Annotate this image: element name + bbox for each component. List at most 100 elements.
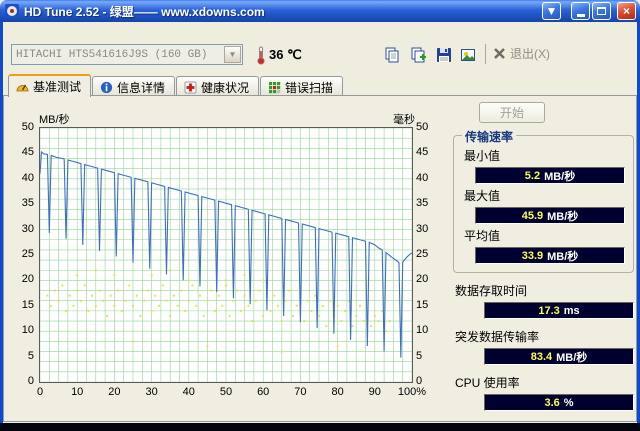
save-image-icon [461, 49, 475, 61]
burst-rate-value-box: 83.4 MB/秒 [484, 348, 634, 365]
min-value: 5.2 [524, 169, 541, 182]
avg-unit: MB/秒 [547, 250, 579, 263]
tab-strip: 基准测试 信息详情 健康状况 错误扫描 [8, 74, 344, 97]
error-scan-icon [269, 81, 281, 93]
title-bar: HD Tune 2.52 - 绿盟—— www.xdowns.com ▼ × [0, 0, 640, 22]
y-axis-tick: 10 [416, 324, 429, 337]
close-button[interactable]: × [617, 2, 636, 20]
cpu-usage-label: CPU 使用率 [455, 376, 520, 390]
bottom-bar [0, 423, 640, 431]
tab-benchmark-label: 基准测试 [33, 80, 82, 94]
y-axis-tick: 45 [416, 146, 429, 159]
x-axis-tick: 70 [294, 386, 307, 398]
avg-value-box: 33.9 MB/秒 [475, 247, 625, 264]
minimize-icon [576, 14, 585, 17]
y-axis-tick: 15 [416, 298, 429, 311]
benchmark-icon [16, 84, 29, 92]
exit-label: 退出(X) [510, 47, 550, 61]
max-label: 最大值 [464, 189, 501, 203]
min-label: 最小值 [464, 149, 501, 163]
copy-image-icon [411, 47, 426, 63]
y-axis-tick: 40 [416, 171, 429, 184]
thermometer-icon [257, 46, 265, 65]
y-axis-tick: 25 [416, 248, 429, 260]
window-title: HD Tune 2.52 - 绿盟—— www.xdowns.com [24, 4, 265, 19]
y-axis-tick: 15 [21, 298, 34, 311]
benchmark-panel: MB/秒 毫秒 50 45 40 35 30 25 20 15 10 5 0 50 45 40 35 30 2… [3, 95, 637, 422]
y-axis-tick: 35 [21, 197, 34, 210]
y-axis-tick: 5 [416, 349, 423, 362]
info-icon [100, 81, 113, 93]
tab-error-scan[interactable]: 错误扫描 [260, 76, 344, 97]
exit-button[interactable]: 退出(X) [493, 45, 550, 62]
x-axis-tick: 80 [331, 386, 344, 398]
y-axis-right: 50 45 40 35 30 25 20 15 10 5 0 [414, 121, 442, 387]
drive-selector-value: HITACHI HTS541616J9S (160 GB) [16, 48, 208, 61]
down-arrow-button[interactable]: ▼ [542, 2, 561, 20]
y-axis-tick: 30 [21, 222, 34, 235]
y-axis-tick: 5 [27, 349, 34, 362]
access-time-block: 数据存取时间 17.3 ms [453, 282, 634, 319]
transfer-rate-group: 传输速率 最小值 5.2 MB/秒 最大值 45.9 MB/秒 平均值 33.9… [453, 128, 634, 273]
access-time-value-box: 17.3 ms [484, 302, 634, 319]
burst-rate-unit: MB/秒 [556, 351, 588, 364]
y-axis-tick: 35 [416, 197, 429, 210]
right-axis-label: 毫秒 [393, 114, 415, 126]
y-axis-tick: 10 [21, 324, 34, 337]
min-unit: MB/秒 [544, 170, 576, 183]
avg-value: 33.9 [521, 249, 544, 262]
tab-health[interactable]: 健康状况 [176, 76, 260, 97]
x-axis-tick: 50 [219, 386, 233, 398]
health-cross-icon [184, 81, 197, 93]
y-axis-tick: 50 [416, 121, 429, 133]
tab-benchmark[interactable]: 基准测试 [8, 74, 92, 97]
y-axis-tick: 45 [21, 146, 34, 159]
save-button[interactable] [431, 42, 457, 68]
toolbar: HITACHI HTS541616J9S (160 GB) ▼ 36 ℃ 退出(… [3, 22, 637, 74]
tab-error-scan-label: 错误扫描 [285, 80, 334, 95]
benchmark-plot [39, 127, 413, 383]
start-button[interactable]: 开始 [479, 102, 545, 123]
drive-selector[interactable]: HITACHI HTS541616J9S (160 GB) ▼ [11, 44, 243, 65]
x-axis: 0 10 20 30 40 50 60 70 80 90 100% [36, 386, 426, 400]
toolbar-separator [485, 44, 486, 64]
copy-image-button[interactable] [405, 42, 431, 68]
burst-rate-block: 突发数据传输率 83.4 MB/秒 [453, 328, 634, 365]
save-image-button[interactable] [455, 42, 481, 68]
maximize-button[interactable] [592, 2, 611, 20]
minimize-button[interactable] [571, 2, 590, 20]
chevron-down-icon[interactable]: ▼ [224, 46, 241, 63]
min-value-box: 5.2 MB/秒 [475, 167, 625, 184]
max-unit: MB/秒 [547, 210, 579, 223]
x-axis-tick: 0 [36, 386, 44, 398]
max-value: 45.9 [521, 209, 544, 222]
copy-icon [385, 47, 399, 63]
cpu-usage-value: 3.6 [544, 396, 560, 409]
max-value-box: 45.9 MB/秒 [475, 207, 625, 224]
access-time-value: 17.3 [538, 304, 560, 317]
avg-label: 平均值 [464, 229, 501, 243]
maximize-icon [597, 7, 606, 15]
y-axis-tick: 20 [21, 273, 34, 286]
benchmark-plot-svg [40, 128, 412, 382]
access-time-label: 数据存取时间 [455, 284, 528, 298]
temperature-value: 36 ℃ [269, 47, 302, 62]
cpu-usage-unit: % [563, 396, 574, 409]
x-axis-tick: 60 [257, 386, 270, 398]
copy-button[interactable] [379, 42, 405, 68]
y-axis-tick: 0 [27, 375, 34, 387]
y-axis-tick: 50 [21, 121, 34, 133]
y-axis-tick: 40 [21, 171, 34, 184]
x-axis-tick: 100% [397, 386, 427, 398]
tab-info[interactable]: 信息详情 [92, 76, 176, 97]
x-axis-tick: 90 [368, 386, 381, 398]
x-axis-tick: 20 [108, 386, 121, 398]
hdtune-window: HD Tune 2.52 - 绿盟—— www.xdowns.com ▼ × H… [0, 0, 640, 431]
x-axis-tick: 30 [145, 386, 158, 398]
cpu-usage-block: CPU 使用率 3.6 % [453, 374, 634, 411]
x-axis-tick: 40 [182, 386, 195, 398]
stats-panel: 开始 传输速率 最小值 5.2 MB/秒 最大值 45.9 MB/秒 平均值 3… [453, 102, 634, 411]
burst-rate-label: 突发数据传输率 [455, 330, 540, 344]
x-axis-tick: 10 [71, 386, 84, 398]
y-axis-left: 50 45 40 35 30 25 20 15 10 5 0 [8, 121, 36, 387]
